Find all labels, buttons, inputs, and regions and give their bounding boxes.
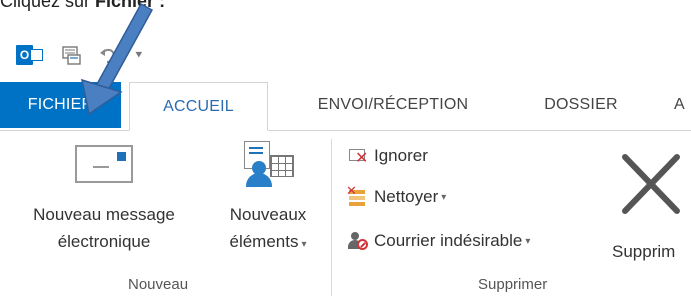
tab-more[interactable]: A (674, 82, 691, 128)
quick-access-toolbar: O ⯆ (16, 40, 144, 70)
tab-send-receive[interactable]: ENVOI/RÉCEPTION (298, 82, 488, 128)
group-label-delete: Supprimer (478, 276, 548, 293)
undo-icon[interactable] (98, 45, 118, 65)
group-label-new: Nouveau (128, 276, 189, 293)
new-email-label-1: Nouveau message (33, 205, 175, 224)
instruction-bold: Fichier : (95, 0, 166, 11)
ribbon-body: Nouveau message électronique Nouveaux él… (0, 131, 691, 296)
instruction-text: Cliquez sur Fichier : (0, 0, 165, 12)
new-items-icon (238, 141, 298, 187)
delete-x-icon (622, 154, 680, 214)
ignore-button[interactable]: ✕ Ignorer (347, 143, 428, 169)
new-items-label-2: éléments ▾ (229, 232, 307, 251)
junk-icon (347, 230, 369, 252)
junk-button[interactable]: Courrier indésirable ▾ (347, 228, 530, 254)
instruction-prefix: Cliquez sur (0, 0, 96, 11)
group-divider (331, 139, 332, 296)
clean-up-button[interactable]: ✕ Nettoyer ▾ (346, 183, 446, 210)
tab-home[interactable]: ACCUEIL (129, 82, 268, 131)
new-items-label-1: Nouveaux (229, 205, 307, 224)
ribbon-tabs: FICHIER ACCUEIL ENVOI/RÉCEPTION DOSSIER … (0, 80, 691, 131)
tab-file[interactable]: FICHIER (0, 82, 121, 128)
send-receive-icon[interactable] (60, 44, 82, 66)
customize-dropdown-icon[interactable]: ⯆ (134, 48, 144, 63)
delete-label: Supprim (612, 242, 676, 261)
new-email-button[interactable]: Nouveau message électronique (10, 145, 198, 255)
ignore-icon: ✕ (347, 145, 369, 167)
new-email-label-2: électronique (57, 232, 151, 251)
new-items-button[interactable]: Nouveaux éléments ▾ (212, 141, 324, 258)
outlook-logo-icon: O (16, 43, 44, 67)
envelope-icon (75, 145, 133, 183)
tab-folder[interactable]: DOSSIER (531, 82, 631, 128)
clean-up-icon: ✕ (346, 183, 369, 208)
